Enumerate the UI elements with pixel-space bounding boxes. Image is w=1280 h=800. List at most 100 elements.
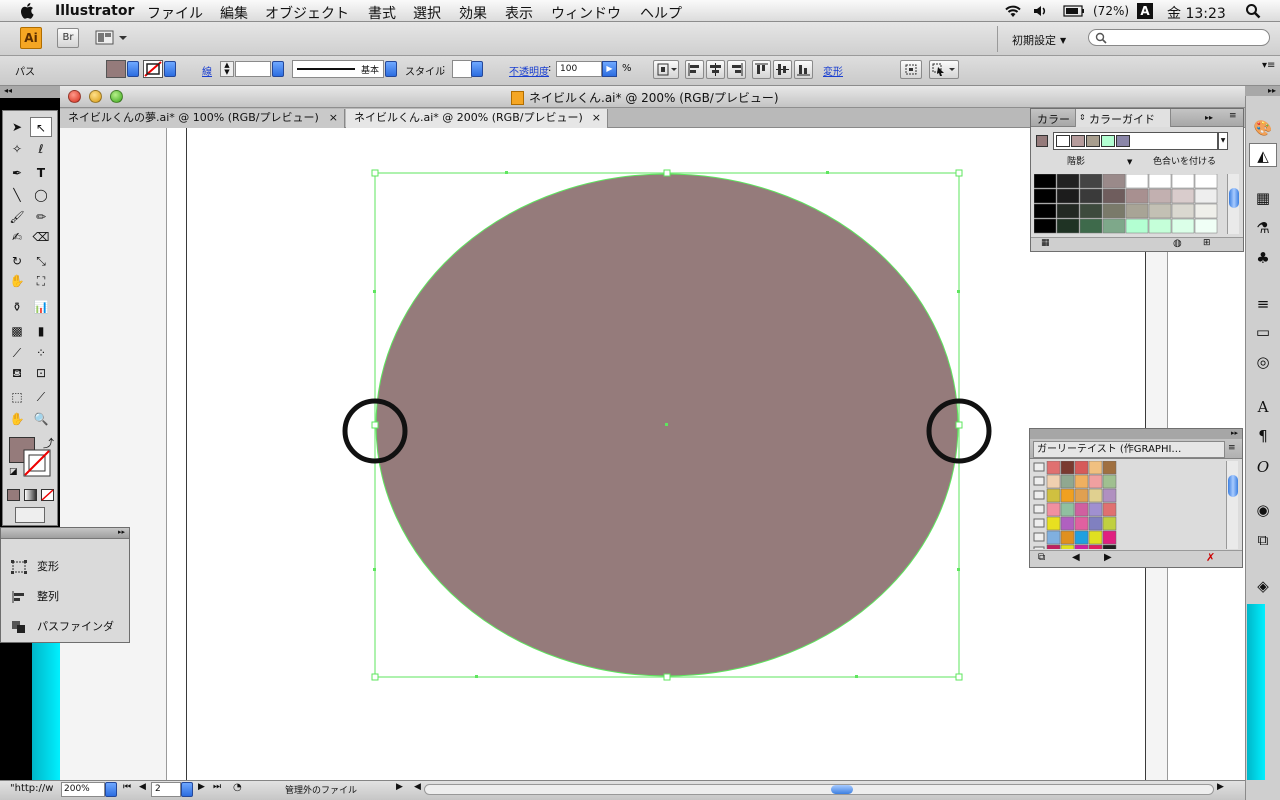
magic-wand-tool-icon[interactable]: ✧ <box>6 139 28 159</box>
stroke-weight-field[interactable] <box>235 61 271 77</box>
swatch-chip[interactable] <box>1102 516 1117 531</box>
swatch-chip[interactable] <box>1046 474 1061 489</box>
dock-graphic-styles-icon[interactable]: ⧉ <box>1249 528 1277 552</box>
harmony-rules-dropdown-icon[interactable]: ▼ <box>1218 132 1228 150</box>
harmony-color-chip[interactable] <box>1086 135 1100 147</box>
brush-style-dropdown-icon[interactable] <box>385 61 397 77</box>
zoom-level-input[interactable]: 200% <box>61 782 105 797</box>
gradient-tool-icon[interactable]: ▮ <box>30 321 52 341</box>
color-variation-swatch[interactable] <box>1034 188 1057 204</box>
color-variation-swatch[interactable] <box>1056 188 1080 204</box>
stroke-weight-dropdown-icon[interactable] <box>272 61 284 77</box>
swatch-chip[interactable] <box>1102 461 1117 475</box>
volume-icon[interactable] <box>1033 4 1049 18</box>
spotlight-search-icon[interactable] <box>1245 3 1261 19</box>
graphic-style-swatch[interactable] <box>452 60 472 78</box>
battery-icon[interactable] <box>1063 5 1085 17</box>
dock-paragraph-icon[interactable]: ¶ <box>1249 424 1277 448</box>
tab-close-icon[interactable]: × <box>592 109 601 127</box>
save-color-group-icon[interactable]: ⊞ <box>1203 238 1211 248</box>
color-mode-button[interactable] <box>7 489 20 501</box>
close-window-button[interactable] <box>68 90 81 103</box>
color-variation-swatch[interactable] <box>1171 188 1195 204</box>
previous-artboard-icon[interactable]: ◀ <box>139 782 146 792</box>
scroll-left-arrow-icon[interactable]: ◀ <box>414 782 421 792</box>
next-library-icon[interactable]: ▶ <box>1104 552 1112 563</box>
eyedropper-tool-icon[interactable]: ⟋ <box>6 343 28 363</box>
direct-selection-tool-icon[interactable]: ↖ <box>30 117 52 137</box>
align-top-button[interactable] <box>752 60 771 79</box>
rotate-tool-icon[interactable]: ↻ <box>6 251 28 271</box>
dock-gradient-icon[interactable]: ▭ <box>1249 320 1277 344</box>
color-variation-swatch[interactable] <box>1102 218 1126 234</box>
menu-clock[interactable]: 金 13:23 <box>1167 3 1226 23</box>
color-variation-swatch[interactable] <box>1125 174 1149 189</box>
color-variation-swatch[interactable] <box>1102 174 1126 189</box>
panel-expand-icon[interactable]: ▸▸ <box>1205 113 1213 122</box>
stroke-color-swatch[interactable] <box>23 449 51 477</box>
harmony-colors-strip[interactable] <box>1053 132 1218 150</box>
mesh-tool-icon[interactable]: ▩ <box>6 321 28 341</box>
column-graph-tool-icon[interactable]: 📊 <box>30 297 52 317</box>
dock-brushes-icon[interactable]: 🎨 <box>1249 116 1277 140</box>
arrange-documents-button[interactable] <box>95 30 131 46</box>
swatch-chip[interactable] <box>1074 544 1089 549</box>
base-color-swatch[interactable] <box>1036 135 1048 147</box>
horizontal-scrollbar[interactable] <box>424 784 1214 795</box>
edit-colors-icon[interactable]: ◍ <box>1173 238 1182 249</box>
swatch-panel-title-bar[interactable]: ▸▸ <box>1030 429 1242 439</box>
app-name-menu[interactable]: Illustrator <box>55 3 134 19</box>
panel-group-title-bar[interactable]: ▸▸ <box>1 528 129 539</box>
swatch-chip[interactable] <box>1074 530 1089 545</box>
color-variation-swatch[interactable] <box>1194 188 1218 204</box>
first-artboard-icon[interactable]: ⏮ <box>123 782 131 792</box>
stroke-color-picker[interactable] <box>143 60 176 78</box>
dock-brush-icon[interactable]: ⚗ <box>1249 216 1277 240</box>
status-menu-arrow-icon[interactable]: ▶ <box>396 782 403 792</box>
variation-dropdown-icon[interactable]: ▼ <box>1127 158 1132 166</box>
select-similar-button[interactable] <box>929 60 959 79</box>
swatch-scrollbar[interactable] <box>1226 461 1238 549</box>
artwork-layer[interactable] <box>340 165 1000 685</box>
artboard-number-input[interactable]: 2 <box>151 782 181 797</box>
guide-scrollbar[interactable] <box>1227 174 1239 234</box>
graphic-style-dropdown-icon[interactable] <box>471 61 483 77</box>
opacity-slider-toggle[interactable]: ▶ <box>602 61 617 77</box>
swatch-chip[interactable] <box>1102 544 1117 549</box>
color-variation-swatch[interactable] <box>1171 218 1195 234</box>
isolate-selected-button[interactable] <box>900 60 922 79</box>
panel-menu-icon[interactable]: ≡ <box>1229 111 1237 121</box>
swatch-scroll-thumb[interactable] <box>1228 475 1238 497</box>
zoom-dropdown-icon[interactable] <box>105 782 117 797</box>
color-variation-swatch[interactable] <box>1148 174 1172 189</box>
align-right-button[interactable] <box>727 60 746 79</box>
swatch-chip[interactable] <box>1060 488 1075 503</box>
color-variation-swatch[interactable] <box>1194 203 1218 219</box>
pen-tool-icon[interactable]: ✒ <box>6 163 28 183</box>
color-variation-swatch[interactable] <box>1056 218 1080 234</box>
color-variation-swatch[interactable] <box>1034 174 1057 189</box>
color-variation-swatch[interactable] <box>1148 218 1172 234</box>
align-bottom-button[interactable] <box>794 60 813 79</box>
harmony-color-chip[interactable] <box>1056 135 1070 147</box>
last-artboard-icon[interactable]: ⏭ <box>213 782 221 792</box>
swatch-chip[interactable] <box>1046 530 1061 545</box>
color-variation-swatch[interactable] <box>1034 203 1057 219</box>
tab-navyle-dream[interactable]: ネイビルくんの夢.ai* @ 100% (RGB/プレビュー) × <box>60 109 345 128</box>
swatch-library-tab[interactable]: ガーリーテイスト (作GRAPHI… <box>1033 441 1225 458</box>
stroke-weight-stepper[interactable]: ▲ ▼ <box>220 61 234 77</box>
swatch-chip[interactable] <box>1060 516 1075 531</box>
swatch-chip[interactable] <box>1102 488 1117 503</box>
zoom-window-button[interactable] <box>110 90 123 103</box>
transform-panel-button[interactable]: 変形 <box>11 558 59 574</box>
swatch-chip[interactable] <box>1074 488 1089 503</box>
swatch-chip[interactable] <box>1060 474 1075 489</box>
slice-tool-icon[interactable]: ⟋ <box>30 387 52 407</box>
swatch-chip[interactable] <box>1088 502 1103 517</box>
fill-color-picker[interactable] <box>106 60 139 78</box>
swatch-chip[interactable] <box>1088 474 1103 489</box>
menu-type[interactable]: 書式 <box>368 3 396 23</box>
free-transform-tool-icon[interactable]: ⛶ <box>30 271 52 291</box>
swatch-chip[interactable] <box>1102 502 1117 517</box>
lasso-tool-icon[interactable]: ℓ <box>30 139 52 159</box>
